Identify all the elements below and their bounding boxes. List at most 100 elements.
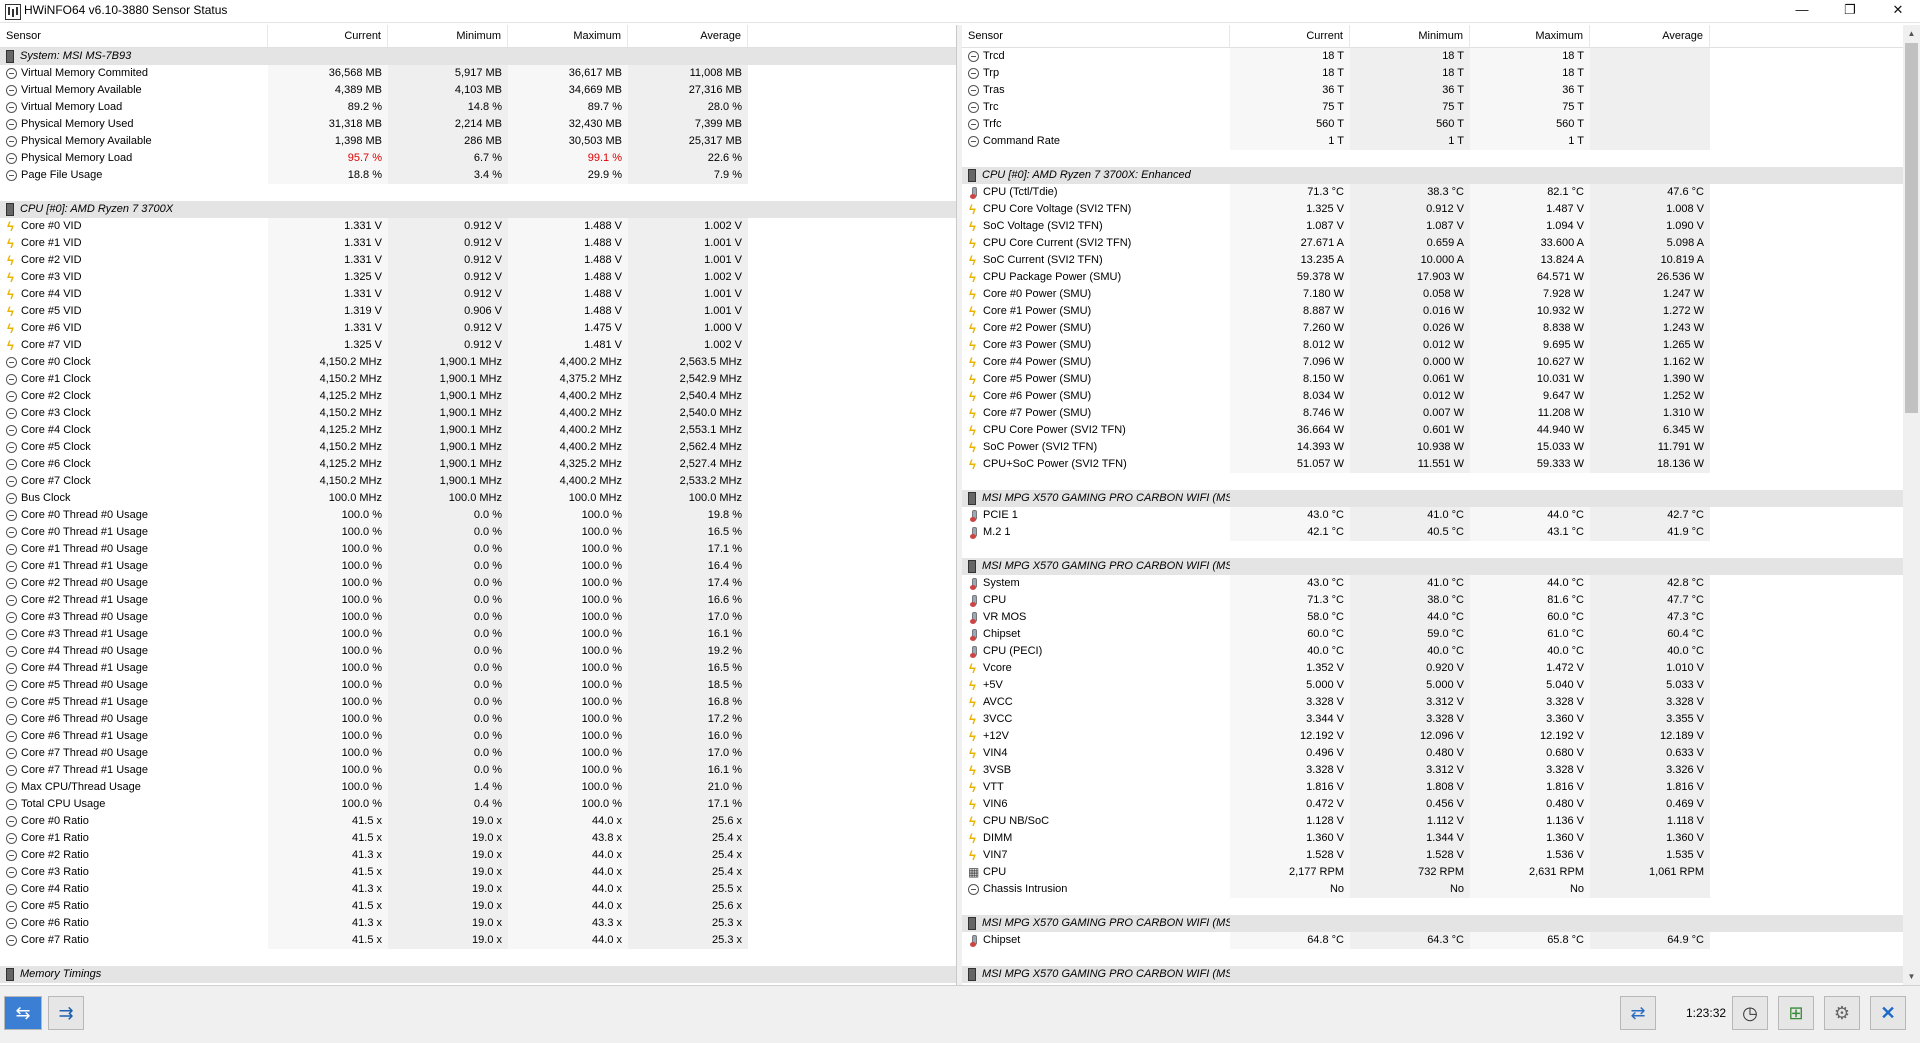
sensor-row[interactable]: DIMM1.360 V1.344 V1.360 V1.360 V <box>962 830 1920 847</box>
sensor-row[interactable]: Core #5 Power (SMU) 8.150 W0.061 W10.031 … <box>962 371 1920 388</box>
sensor-row[interactable]: SoC Current (SVI2 TFN) 13.235 A10.000 A13… <box>962 252 1920 269</box>
sensor-row[interactable]: CPU Core Power (SVI2 TFN) 36.664 W0.601 W… <box>962 422 1920 439</box>
sensor-row[interactable]: SoC Voltage (SVI2 TFN)1.087 V1.087 V1.09… <box>962 218 1920 235</box>
sensor-row[interactable]: +5V5.000 V5.000 V5.040 V5.033 V <box>962 677 1920 694</box>
sensor-row[interactable]: Core #7 Clock 4,150.2 MHz 1,900.1 MHz 4,400… <box>0 473 956 490</box>
scroll-thumb[interactable] <box>1905 43 1918 413</box>
col-sensor[interactable]: Sensor <box>0 25 268 47</box>
sensor-row[interactable]: VIN71.528 V1.528 V1.536 V1.535 V <box>962 847 1920 864</box>
sensor-row[interactable]: VIN6 0.472 V0.456 V0.480 V0.469 V <box>962 796 1920 813</box>
sensor-row[interactable]: Core #6 VID 1.331 V0.912 V1.475 V1.000 V <box>0 320 956 337</box>
sensor-row[interactable]: Bus Clock 100.0 MHz 100.0 MHz 100.0 MHz 100.… <box>0 490 956 507</box>
sensor-row[interactable]: Core #6 Power (SMU) 8.034 W0.012 W9.647 W… <box>962 388 1920 405</box>
col-minimum[interactable]: Minimum <box>1350 25 1470 47</box>
col-current[interactable]: Current <box>1230 25 1350 47</box>
sensor-group-row[interactable]: MSI MPG X570 GAMING PRO CARBON WIFI (MS.… <box>962 490 1920 507</box>
sensor-row[interactable]: Command Rate 1 T1 T1 T <box>962 133 1920 150</box>
sensor-row[interactable]: M.2 1 42.1 °C 40.5 °C 43.1 °C 41.9 °C <box>962 524 1920 541</box>
sensor-row[interactable]: Core #2 Thread #1 Usage 100.0 % 0.0 % 100.0… <box>0 592 956 609</box>
sensor-row[interactable]: Core #4 VID 1.331 V0.912 V1.488 V1.001 V <box>0 286 956 303</box>
sensor-row[interactable]: AVCC3.328 V3.312 V3.328 V3.328 V <box>962 694 1920 711</box>
sensor-row[interactable]: Trc 75 T 75 T 75 T <box>962 99 1920 116</box>
sensor-row[interactable]: Core #6 Thread #1 Usage 100.0 % 0.0 % 100.0… <box>0 728 956 745</box>
sensor-row[interactable]: Trp 18 T 18 T 18 T <box>962 65 1920 82</box>
sensor-row[interactable]: Core #6 Thread #0 Usage 100.0 % 0.0 % 100.0… <box>0 711 956 728</box>
sensor-row[interactable]: Virtual Memory Commited 36,568 MB 5,917 MB… <box>0 65 956 82</box>
sensor-row[interactable]: Max CPU/Thread Usage 100.0 % 1.4 % 100.0 % 2… <box>0 779 956 796</box>
sensor-row[interactable]: Tras 36 T 36 T 36 T <box>962 82 1920 99</box>
sensor-row[interactable]: Core #2 Ratio 41.3 x 19.0 x 44.0 x 25.4 x <box>0 847 956 864</box>
sensor-row[interactable]: CPU Core Current (SVI2 TFN) 27.671 A0.659… <box>962 235 1920 252</box>
sensor-row[interactable]: CPU+SoC Power (SVI2 TFN) 51.057 W11.551 W… <box>962 456 1920 473</box>
col-average[interactable]: Average <box>1590 25 1710 47</box>
sensor-row[interactable]: Vcore 1.352 V0.920 V1.472 V1.010 V <box>962 660 1920 677</box>
sensor-row[interactable]: Core #7 Power (SMU) 8.746 W0.007 W11.208 … <box>962 405 1920 422</box>
sensor-row[interactable]: Core #7 Thread #0 Usage 100.0 % 0.0 % 100.0… <box>0 745 956 762</box>
col-average[interactable]: Average <box>628 25 748 47</box>
network-icon[interactable]: ⇄ <box>1620 996 1656 1030</box>
sensor-row[interactable]: Core #2 Thread #0 Usage 100.0 % 0.0 % 100.0… <box>0 575 956 592</box>
sensor-row[interactable]: Core #4 Ratio 41.3 x 19.0 x 44.0 x 25.5 x <box>0 881 956 898</box>
sensor-row[interactable]: CPU Core Voltage (SVI2 TFN) 1.325 V0.912 … <box>962 201 1920 218</box>
sensor-row[interactable]: CPU (Tctl/Tdie) 71.3 °C 38.3 °C 82.1 °C 47.6… <box>962 184 1920 201</box>
sensor-row[interactable]: Core #3 VID 1.325 V0.912 V1.488 V1.002 V <box>0 269 956 286</box>
sensor-row[interactable]: PCIE 1 43.0 °C 41.0 °C 44.0 °C 42.7 °C <box>962 507 1920 524</box>
sensor-row[interactable]: VIN4 0.496 V0.480 V0.680 V0.633 V <box>962 745 1920 762</box>
sensor-row[interactable]: +12V12.192 V12.096 V12.192 V12.189 V <box>962 728 1920 745</box>
sensor-row[interactable]: Core #4 Thread #1 Usage 100.0 % 0.0 % 100.0… <box>0 660 956 677</box>
sensor-row[interactable]: Core #5 VID 1.319 V0.906 V1.488 V1.001 V <box>0 303 956 320</box>
sensor-group-row[interactable]: MSI MPG X570 GAMING PRO CARBON WIFI (MS.… <box>962 558 1920 575</box>
sensor-row[interactable]: System 43.0 °C 41.0 °C 44.0 °C 42.8 °C <box>962 575 1920 592</box>
sensor-row[interactable]: Physical Memory Load 95.7 % 6.7 % 99.1 % 22.… <box>0 150 956 167</box>
sensor-row[interactable]: Core #5 Thread #1 Usage 100.0 % 0.0 % 100.0… <box>0 694 956 711</box>
sensor-row[interactable]: Core #7 Ratio 41.5 x 19.0 x 44.0 x 25.3 x <box>0 932 956 949</box>
sensor-row[interactable]: Page File Usage 18.8 % 3.4 % 29.9 % 7.9 % <box>0 167 956 184</box>
settings-icon[interactable]: ⚙ <box>1824 996 1860 1030</box>
sensor-row[interactable]: SoC Power (SVI2 TFN) 14.393 W10.938 W15.0… <box>962 439 1920 456</box>
close-icon[interactable]: ✕ <box>1870 996 1906 1030</box>
sensor-row[interactable]: Core #3 Thread #0 Usage 100.0 % 0.0 % 100.0… <box>0 609 956 626</box>
sensor-row[interactable]: Core #4 Thread #0 Usage 100.0 % 0.0 % 100.0… <box>0 643 956 660</box>
sensor-row[interactable]: Core #1 Power (SMU) 8.887 W0.016 W10.932 … <box>962 303 1920 320</box>
sensor-group-row[interactable]: CPU [#0]: AMD Ryzen 7 3700X <box>0 201 956 218</box>
vertical-scrollbar[interactable]: ▲ ▼ <box>1903 25 1920 985</box>
sensor-row[interactable]: CPU Package Power (SMU) 59.378 W17.903 W6… <box>962 269 1920 286</box>
sensor-row[interactable]: Core #6 Ratio 41.3 x 19.0 x 43.3 x 25.3 x <box>0 915 956 932</box>
sensor-row[interactable]: Trfc 560 T 560 T 560 T <box>962 116 1920 133</box>
sensor-row[interactable]: Core #5 Ratio 41.5 x 19.0 x 44.0 x 25.6 x <box>0 898 956 915</box>
sensor-row[interactable]: Core #0 Thread #1 Usage 100.0 % 0.0 % 100.0… <box>0 524 956 541</box>
sensor-row[interactable]: Core #5 Clock 4,150.2 MHz 1,900.1 MHz 4,400… <box>0 439 956 456</box>
sensor-row[interactable]: CPU (PECI) 40.0 °C 40.0 °C 40.0 °C 40.0 °C <box>962 643 1920 660</box>
sensor-row[interactable]: Virtual Memory Available 4,389 MB 4,103 MB… <box>0 82 956 99</box>
sensor-row[interactable]: Core #4 Power (SMU) 7.096 W0.000 W10.627 … <box>962 354 1920 371</box>
sensor-group-row[interactable]: System: MSI MS-7B93 <box>0 48 956 65</box>
scroll-down-arrow-icon[interactable]: ▼ <box>1903 968 1920 985</box>
sensor-row[interactable]: Physical Memory Available 1,398 MB 286 MB 3… <box>0 133 956 150</box>
sensor-row[interactable]: Chipset 60.0 °C 59.0 °C 61.0 °C 60.4 °C <box>962 626 1920 643</box>
col-current[interactable]: Current <box>268 25 388 47</box>
sensor-row[interactable]: Core #1 Ratio 41.5 x 19.0 x 43.8 x 25.4 x <box>0 830 956 847</box>
col-sensor[interactable]: Sensor <box>962 25 1230 47</box>
clock-icon[interactable]: ◷ <box>1732 996 1768 1030</box>
sensor-row[interactable]: Core #0 VID 1.331 V0.912 V1.488 V1.002 V <box>0 218 956 235</box>
scroll-up-arrow-icon[interactable]: ▲ <box>1903 25 1920 42</box>
sensor-row[interactable]: Core #3 Clock 4,150.2 MHz 1,900.1 MHz 4,400… <box>0 405 956 422</box>
sensor-row[interactable]: Core #6 Clock 4,125.2 MHz 1,900.1 MHz 4,325… <box>0 456 956 473</box>
sensor-row[interactable]: Core #2 VID 1.331 V0.912 V1.488 V1.001 V <box>0 252 956 269</box>
sensor-row[interactable]: Core #0 Ratio 41.5 x 19.0 x 44.0 x 25.6 x <box>0 813 956 830</box>
sensor-row[interactable]: Core #5 Thread #0 Usage 100.0 % 0.0 % 100.0… <box>0 677 956 694</box>
sensor-row[interactable]: Total CPU Usage 100.0 % 0.4 % 100.0 % 17.1 % <box>0 796 956 813</box>
sensor-group-row[interactable]: MSI MPG X570 GAMING PRO CARBON WIFI (MS.… <box>962 915 1920 932</box>
sensor-row[interactable]: Core #3 Thread #1 Usage 100.0 % 0.0 % 100.0… <box>0 626 956 643</box>
sensor-row[interactable]: Trcd 18 T 18 T 18 T <box>962 48 1920 65</box>
sensor-row[interactable]: Core #3 Power (SMU) 8.012 W0.012 W9.695 W… <box>962 337 1920 354</box>
close-window-button[interactable]: ✕ <box>1876 0 1920 22</box>
col-minimum[interactable]: Minimum <box>388 25 508 47</box>
sensor-row[interactable]: Chipset 64.8 °C 64.3 °C 65.8 °C 64.9 °C <box>962 932 1920 949</box>
sensor-row[interactable]: Core #0 Clock 4,150.2 MHz 1,900.1 MHz 4,400… <box>0 354 956 371</box>
col-maximum[interactable]: Maximum <box>1470 25 1590 47</box>
nav-next-button[interactable]: ⇉ <box>48 996 84 1030</box>
col-maximum[interactable]: Maximum <box>508 25 628 47</box>
sensor-row[interactable]: Core #2 Power (SMU) 7.260 W0.026 W8.838 W… <box>962 320 1920 337</box>
sensor-row[interactable]: 3VCC 3.344 V3.328 V3.360 V3.355 V <box>962 711 1920 728</box>
